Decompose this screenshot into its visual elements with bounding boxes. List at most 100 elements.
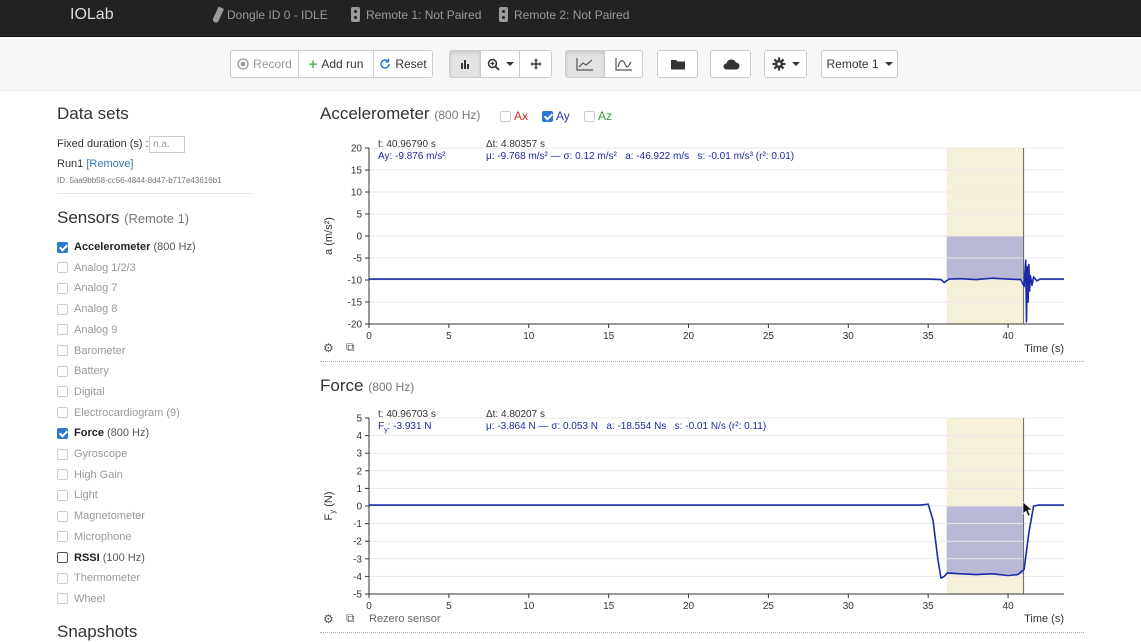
sensor-item[interactable]: Magnetometer (57, 509, 145, 523)
checkbox-icon[interactable] (57, 572, 68, 584)
chart-divider (320, 632, 1084, 633)
y-tick-label: -20 (348, 320, 363, 331)
fixed-duration-input[interactable]: n.a. (149, 136, 185, 153)
remote-select-label: Remote 1 (826, 57, 879, 71)
checkbox-icon[interactable] (57, 282, 68, 294)
checkbox-icon[interactable] (57, 489, 68, 501)
pan-button[interactable] (519, 50, 552, 78)
sensor-item[interactable]: Microphone (57, 530, 131, 544)
checkbox-checked-icon[interactable] (57, 427, 68, 439)
y-axis-label: Fy (N) (323, 491, 337, 520)
mouse-cursor-icon (1022, 501, 1033, 517)
sensor-rate: (800 Hz) (153, 241, 196, 253)
sensor-item[interactable]: Battery (57, 364, 109, 378)
popout-icon[interactable]: ⧉ (346, 340, 355, 355)
checkbox-icon[interactable] (57, 365, 68, 377)
y-tick-label: 20 (351, 144, 363, 155)
checkbox-icon[interactable] (57, 593, 68, 605)
popout-icon[interactable]: ⧉ (346, 611, 355, 626)
sensor-item[interactable]: High Gain (57, 468, 123, 482)
dongle-status: Dongle ID 0 - IDLE (211, 6, 328, 24)
y-tick-label: -4 (353, 572, 362, 583)
sensor-item[interactable]: Analog 7 (57, 281, 117, 295)
az-label: Az (598, 109, 613, 123)
cursor-value-rest: : -3.931 N (388, 421, 432, 432)
checkbox-icon[interactable] (57, 303, 68, 315)
sensor-item[interactable]: Force (800 Hz) (57, 426, 149, 440)
sensor-item[interactable]: RSSI (100 Hz) (57, 551, 145, 565)
checkbox-icon[interactable] (57, 262, 68, 274)
remote-select-button[interactable]: Remote 1 (821, 50, 898, 78)
ay-checkbox[interactable]: Ay (542, 109, 570, 123)
remove-run-link[interactable]: [Remove] (86, 158, 133, 170)
fft-chart-button[interactable] (604, 50, 643, 78)
checkbox-icon[interactable] (57, 345, 68, 356)
x-tick-label: 10 (523, 601, 535, 612)
y-tick-label: 0 (356, 232, 362, 243)
sensor-item[interactable]: Analog 9 (57, 323, 117, 337)
sensor-item[interactable]: Accelerometer (800 Hz) (57, 240, 196, 254)
x-tick-label: 20 (683, 331, 695, 342)
ax-checkbox[interactable]: Ax (500, 109, 528, 123)
chevron-down-icon (884, 62, 893, 66)
sensors-remote-label: (Remote 1) (124, 211, 190, 226)
checkbox-checked-icon (542, 110, 553, 122)
y-tick-label: 1 (356, 484, 362, 495)
app-title[interactable]: IOLab (70, 6, 114, 24)
line-chart-button[interactable] (565, 50, 605, 78)
y-axis-label: a (m/s²) (323, 217, 335, 255)
curve-chart-icon (614, 58, 632, 71)
reset-button[interactable]: Reset (373, 50, 433, 78)
checkbox-icon[interactable] (57, 469, 68, 481)
line-chart-icon (576, 58, 593, 71)
sensor-name: Analog 7 (74, 282, 118, 295)
settings-dropdown-button[interactable] (764, 50, 807, 78)
sensor-item[interactable]: Gyroscope (57, 447, 127, 461)
sensor-item[interactable]: Light (57, 488, 98, 502)
checkbox-icon[interactable] (57, 531, 68, 543)
force-chart[interactable]: 543210-1-2-3-4-50 5 10 15 20 25 30 35 40Time (s)… (320, 406, 1084, 628)
sensor-item[interactable]: Electrocardiogram (9) (57, 406, 180, 420)
x-tick-label: 25 (763, 601, 775, 612)
checkbox-icon[interactable] (57, 448, 68, 460)
accelerometer-title-text: Accelerometer (320, 104, 430, 123)
checkbox-icon[interactable] (57, 407, 68, 419)
zoom-dropdown-button[interactable] (480, 50, 520, 78)
rezero-sensor-button[interactable]: Rezero sensor (369, 613, 441, 625)
chart-settings-icon[interactable]: ⚙ (323, 612, 334, 626)
sensor-item[interactable]: Analog 8 (57, 302, 117, 316)
sensor-item[interactable]: Barometer (57, 344, 125, 358)
sensor-item[interactable]: Analog 1/2/3 (57, 261, 136, 275)
checkbox-icon[interactable] (57, 510, 68, 522)
y-tick-label: -1 (353, 519, 362, 530)
az-checkbox[interactable]: Az (584, 109, 612, 123)
sensor-item[interactable]: Digital (57, 385, 105, 399)
add-run-button[interactable]: + Add run (298, 50, 374, 78)
ax-label: Ax (514, 109, 529, 123)
y-tick-label: 15 (351, 166, 363, 177)
x-tick-label: 35 (923, 601, 935, 612)
sensor-name: Force (74, 427, 104, 440)
remote1-status-label: Remote 1: Not Paired (366, 7, 482, 22)
checkbox-checked-icon[interactable] (57, 241, 68, 253)
checkbox-icon[interactable] (57, 324, 68, 336)
chart-settings-icon[interactable]: ⚙ (323, 341, 334, 355)
checkbox-icon[interactable] (57, 552, 68, 563)
record-button[interactable]: Record (230, 50, 299, 78)
sensor-item[interactable]: Thermometer (57, 571, 140, 585)
datasets-title: Data sets (57, 104, 129, 123)
y-tick-label: 5 (356, 210, 362, 221)
cursor-delta-label: Δt: 4.80357 s (486, 139, 545, 150)
y-tick-label: -5 (353, 254, 362, 265)
selection-stats: μ: -9.768 m/s² — σ: 0.12 m/s² a: -46.922… (486, 151, 794, 162)
open-folder-button[interactable] (657, 50, 698, 78)
y-tick-label: 5 (356, 414, 362, 425)
bar-chart-button[interactable] (449, 50, 481, 78)
y-tick-label: 3 (356, 449, 362, 460)
accelerometer-chart[interactable]: 20151050-5-10-15-200 5 10 15 20 25 30 35 40Time … (320, 136, 1084, 358)
checkbox-icon[interactable] (57, 386, 68, 398)
force-title: Force (800 Hz) (320, 376, 414, 396)
cloud-button[interactable] (710, 50, 751, 78)
sensor-item[interactable]: Wheel (57, 592, 105, 606)
x-tick-label: 30 (843, 331, 855, 342)
